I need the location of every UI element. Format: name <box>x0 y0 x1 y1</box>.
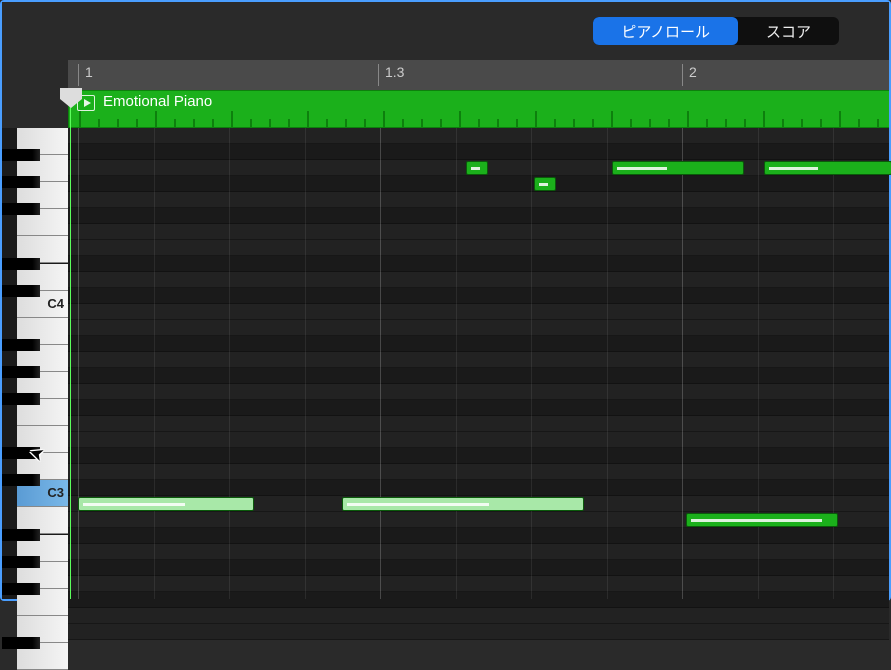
note-grid[interactable] <box>68 128 889 599</box>
editor-toolbar: ピアノロール スコア <box>2 2 889 60</box>
black-key[interactable] <box>2 339 40 351</box>
region-name: Emotional Piano <box>103 93 212 110</box>
black-key[interactable] <box>2 203 40 215</box>
black-key[interactable] <box>2 176 40 188</box>
midi-note[interactable] <box>764 161 891 175</box>
midi-note[interactable] <box>686 513 838 527</box>
black-key[interactable] <box>2 556 40 568</box>
ruler-mark: 2 <box>682 64 697 86</box>
midi-note[interactable] <box>534 177 556 191</box>
black-key[interactable] <box>2 149 40 161</box>
midi-note[interactable] <box>342 497 584 511</box>
black-key[interactable] <box>2 637 40 649</box>
black-key[interactable] <box>2 258 40 270</box>
black-key[interactable] <box>2 474 40 486</box>
midi-note[interactable] <box>78 497 254 511</box>
timeline-ruler[interactable]: 11.32 <box>68 60 889 90</box>
black-key[interactable] <box>2 285 40 297</box>
playhead-line <box>70 90 71 599</box>
black-key[interactable] <box>2 393 40 405</box>
piano-roll-tab[interactable]: ピアノロール <box>593 17 738 45</box>
ruler-mark: 1 <box>78 64 93 86</box>
piano-keyboard[interactable]: C4 C3 <box>2 128 68 599</box>
keyboard-header-spacer <box>2 60 68 128</box>
region-header[interactable]: Emotional Piano <box>68 90 889 128</box>
score-tab[interactable]: スコア <box>738 17 839 45</box>
black-key[interactable] <box>2 529 40 541</box>
black-key[interactable] <box>2 583 40 595</box>
black-key[interactable] <box>2 366 40 378</box>
midi-note[interactable] <box>466 161 488 175</box>
key-label: C3 <box>47 485 64 500</box>
key-label: C4 <box>47 296 64 311</box>
view-toggle: ピアノロール スコア <box>593 17 839 45</box>
midi-note[interactable] <box>612 161 744 175</box>
region-ruler-ticks <box>69 109 889 127</box>
ruler-mark: 1.3 <box>378 64 404 86</box>
